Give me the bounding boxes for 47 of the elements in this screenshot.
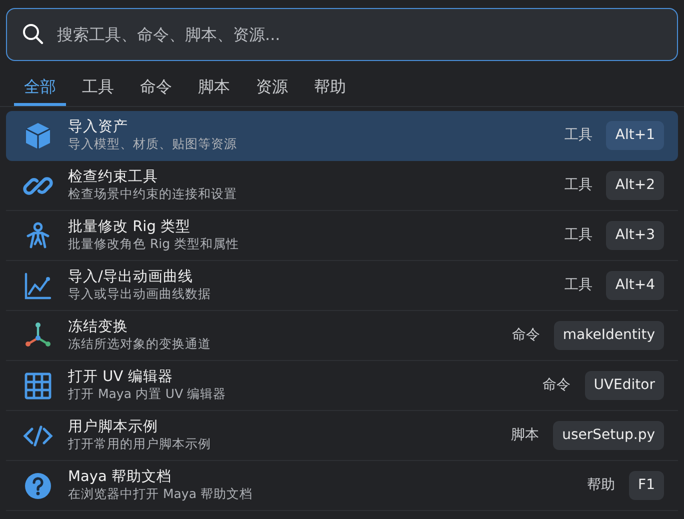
shortcut-badge: Alt+1 bbox=[606, 121, 664, 150]
shortcut-badge: UVEditor bbox=[584, 371, 664, 400]
result-description: 打开常用的用户脚本示例 bbox=[68, 436, 212, 452]
tab[interactable]: 工具 bbox=[72, 71, 124, 106]
shortcut-badge: Alt+2 bbox=[606, 171, 664, 200]
category-label: 命令 bbox=[542, 376, 571, 395]
shortcut-badge: makeIdentity bbox=[554, 321, 664, 350]
category-label: 工具 bbox=[564, 226, 592, 245]
result-description: 冻结所选对象的变换通道 bbox=[68, 336, 212, 352]
result-description: 检查场景中约束的连接和设置 bbox=[68, 186, 238, 202]
category-label: 工具 bbox=[564, 276, 592, 295]
result-title: 用户脚本示例 bbox=[68, 418, 159, 436]
category-label: 帮助 bbox=[587, 476, 616, 495]
result-description: 打开 Maya 内置 UV 编辑器 bbox=[68, 386, 228, 402]
category-label: 命令 bbox=[512, 326, 540, 345]
result-description: 导入或导出动画曲线数据 bbox=[68, 286, 212, 302]
category-label: 脚本 bbox=[511, 426, 540, 445]
tab[interactable]: 资源 bbox=[246, 71, 298, 106]
result-title: 检查约束工具 bbox=[68, 168, 159, 186]
result-item[interactable]: Maya 帮助文档 在浏览器中打开 Maya 帮助文档 帮助 F1 bbox=[6, 461, 678, 511]
result-description: 在浏览器中打开 Maya 帮助文档 bbox=[68, 486, 254, 502]
result-title: 批量修改 Rig 类型 bbox=[68, 218, 192, 236]
search-field[interactable]: 搜索工具、命令、脚本、资源... bbox=[6, 8, 678, 61]
result-description: 批量修改角色 Rig 类型和属性 bbox=[68, 236, 240, 252]
category-label: 工具 bbox=[564, 176, 592, 195]
shortcut-badge: userSetup.py bbox=[553, 421, 664, 450]
shortcut-badge: Alt+3 bbox=[606, 221, 664, 250]
shortcut-badge: Alt+4 bbox=[606, 271, 664, 300]
result-description: 导入模型、材质、贴图等资源 bbox=[68, 136, 238, 152]
result-item[interactable]: 批量修改 Rig 类型 批量修改角色 Rig 类型和属性 工具 Alt+3 bbox=[6, 211, 678, 261]
tab[interactable]: 帮助 bbox=[304, 71, 356, 106]
result-title: Maya 帮助文档 bbox=[68, 468, 172, 486]
result-title: 导入资产 bbox=[68, 118, 129, 136]
tab[interactable]: 全部 bbox=[14, 71, 66, 106]
shortcut-badge: F1 bbox=[629, 471, 664, 500]
result-title: 冻结变换 bbox=[68, 318, 129, 336]
result-title: 打开 UV 编辑器 bbox=[68, 368, 174, 386]
result-item[interactable]: 打开 UV 编辑器 打开 Maya 内置 UV 编辑器 命令 UVEditor bbox=[6, 361, 678, 411]
result-item[interactable]: 冻结变换 冻结所选对象的变换通道 命令 makeIdentity bbox=[6, 311, 678, 361]
result-item[interactable]: 用户脚本示例 打开常用的用户脚本示例 脚本 userSetup.py bbox=[6, 411, 678, 461]
category-label: 工具 bbox=[564, 126, 592, 145]
result-item[interactable]: 导入资产 导入模型、材质、贴图等资源 工具 Alt+1 bbox=[6, 111, 678, 161]
tab[interactable]: 脚本 bbox=[188, 71, 240, 106]
result-title: 导入/导出动画曲线 bbox=[68, 268, 194, 286]
result-item[interactable]: 检查约束工具 检查场景中约束的连接和设置 工具 Alt+2 bbox=[6, 161, 678, 211]
result-item[interactable]: 导入/导出动画曲线 导入或导出动画曲线数据 工具 Alt+4 bbox=[6, 261, 678, 311]
tab[interactable]: 命令 bbox=[130, 71, 182, 106]
